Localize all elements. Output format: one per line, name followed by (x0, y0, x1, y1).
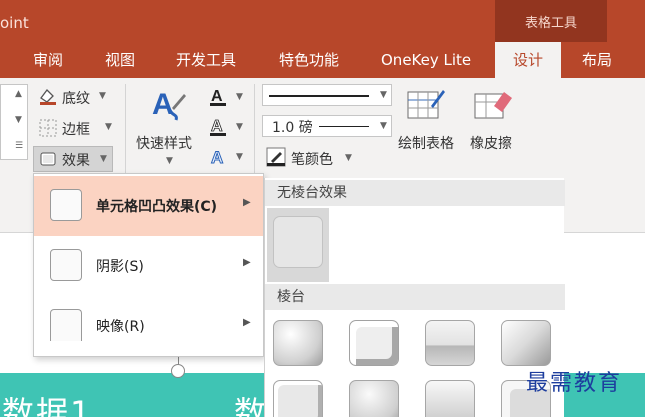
pen-weight-value: 1.0 磅 (272, 120, 313, 136)
text-fill-icon[interactable]: A (208, 86, 230, 108)
menu-item-label: 映像(R) (96, 319, 145, 335)
tab-review[interactable]: 审阅 (33, 42, 63, 78)
gallery-item-bevel-relaxed-inset[interactable] (343, 314, 405, 370)
gallery-item-bevel-circle[interactable] (267, 314, 329, 370)
bevel-shape (425, 380, 475, 417)
draw-table-icon[interactable] (405, 86, 445, 122)
table-tools-header: 表格工具 (495, 0, 607, 42)
submenu-arrow-icon: ▶ (243, 197, 251, 208)
shading-icon[interactable] (38, 86, 58, 106)
tab-layout[interactable]: 布局 (582, 42, 612, 78)
eraser-label[interactable]: 橡皮擦 (470, 133, 512, 153)
bevel-header: 棱台 (265, 284, 565, 310)
tab-special-features[interactable]: 特色功能 (279, 42, 339, 78)
eraser-icon[interactable] (472, 86, 512, 122)
draw-table-label[interactable]: 绘制表格 (398, 133, 454, 153)
submenu-arrow-icon: ▶ (243, 317, 251, 328)
table-styles-scroll[interactable]: ▲ ▼ ☰ (0, 84, 28, 160)
effects-menu: 单元格凹凸效果(C) ▶ 阴影(S) ▶ 映像(R) ▶ (33, 173, 264, 357)
effects-icon (39, 150, 57, 168)
menu-item-cell-bevel[interactable]: 单元格凹凸效果(C) ▶ (34, 176, 263, 236)
svg-text:A: A (211, 118, 223, 135)
pen-style-caret: ▼ (380, 90, 387, 100)
borders-icon[interactable] (38, 118, 58, 138)
tab-view[interactable]: 视图 (105, 42, 135, 78)
borders-label[interactable]: 边框 (62, 119, 90, 139)
bevel-shape (425, 320, 475, 366)
effects-button[interactable]: 效果 ▼ (33, 146, 113, 172)
table-cell-text-2[interactable]: 数 (234, 388, 266, 417)
rotation-handle[interactable] (171, 364, 185, 378)
svg-text:A: A (211, 148, 223, 167)
title-bar: oint 表格工具 (0, 0, 645, 42)
quick-styles-icon[interactable]: A (150, 84, 186, 124)
bevel-shape (349, 380, 399, 417)
table-cell-text[interactable]: 数据1 (2, 388, 92, 417)
bevel-shape (501, 320, 551, 366)
svg-text:A: A (211, 88, 223, 105)
gallery-item-bevel-cross[interactable] (419, 314, 481, 370)
pen-color-label[interactable]: 笔颜色 (291, 149, 333, 169)
quick-styles-caret[interactable]: ▼ (166, 156, 173, 166)
gallery-item-no-bevel[interactable] (267, 208, 329, 282)
borders-dropdown-caret[interactable]: ▼ (105, 122, 112, 132)
reflection-icon (50, 309, 82, 341)
effects-label: 效果 (62, 153, 90, 169)
text-outline-icon[interactable]: A (208, 116, 230, 138)
pen-style-line (269, 95, 369, 97)
bevel-shape (273, 320, 323, 366)
watermark-logo: 最需教育 (526, 371, 623, 396)
text-effects-icon[interactable]: A (208, 146, 230, 168)
cell-bevel-icon (50, 189, 82, 221)
svg-text:A: A (152, 88, 174, 121)
app-title: oint (0, 14, 29, 32)
text-outline-caret[interactable]: ▼ (236, 122, 243, 132)
tab-onekey-lite[interactable]: OneKey Lite (381, 42, 471, 78)
menu-item-reflection[interactable]: 映像(R) ▶ (34, 296, 263, 356)
no-bevel-header: 无棱台效果 (265, 180, 565, 206)
menu-item-label: 单元格凹凸效果(C) (96, 199, 218, 215)
text-effects-caret[interactable]: ▼ (236, 152, 243, 162)
gallery-item-bevel-convex[interactable] (419, 374, 481, 417)
tab-developer[interactable]: 开发工具 (176, 42, 236, 78)
text-fill-caret[interactable]: ▼ (236, 92, 243, 102)
pen-weight-select[interactable]: 1.0 磅 ▼ (262, 115, 392, 137)
shading-label[interactable]: 底纹 (62, 88, 90, 108)
gallery-item-bevel-cool-slant[interactable] (495, 314, 557, 370)
shading-dropdown-caret[interactable]: ▼ (99, 91, 106, 101)
tab-design[interactable]: 设计 (495, 42, 561, 78)
bevel-shape (349, 320, 399, 366)
bevel-shape (273, 380, 323, 417)
ribbon-tab-row: 审阅 视图 开发工具 特色功能 OneKey Lite 设计 布局 (0, 42, 645, 78)
menu-item-shadow[interactable]: 阴影(S) ▶ (34, 236, 263, 296)
gallery-item-bevel-soft-round[interactable] (343, 374, 405, 417)
pen-weight-line (319, 126, 369, 127)
effects-caret: ▼ (100, 154, 107, 164)
ribbon-separator (254, 84, 255, 184)
shadow-icon (50, 249, 82, 281)
quick-styles-label[interactable]: 快速样式 (136, 133, 192, 153)
bevel-gallery: 无棱台效果 棱台 (264, 178, 565, 417)
submenu-arrow-icon: ▶ (243, 257, 251, 268)
gallery-item-bevel-angle[interactable] (267, 374, 329, 417)
pen-color-icon[interactable] (266, 147, 286, 167)
bevel-shape (273, 216, 323, 268)
ribbon-separator (125, 84, 126, 184)
pen-weight-caret: ▼ (380, 121, 387, 131)
pen-style-select[interactable]: ▼ (262, 84, 392, 106)
pen-color-caret[interactable]: ▼ (345, 153, 352, 163)
menu-item-label: 阴影(S) (96, 259, 144, 275)
